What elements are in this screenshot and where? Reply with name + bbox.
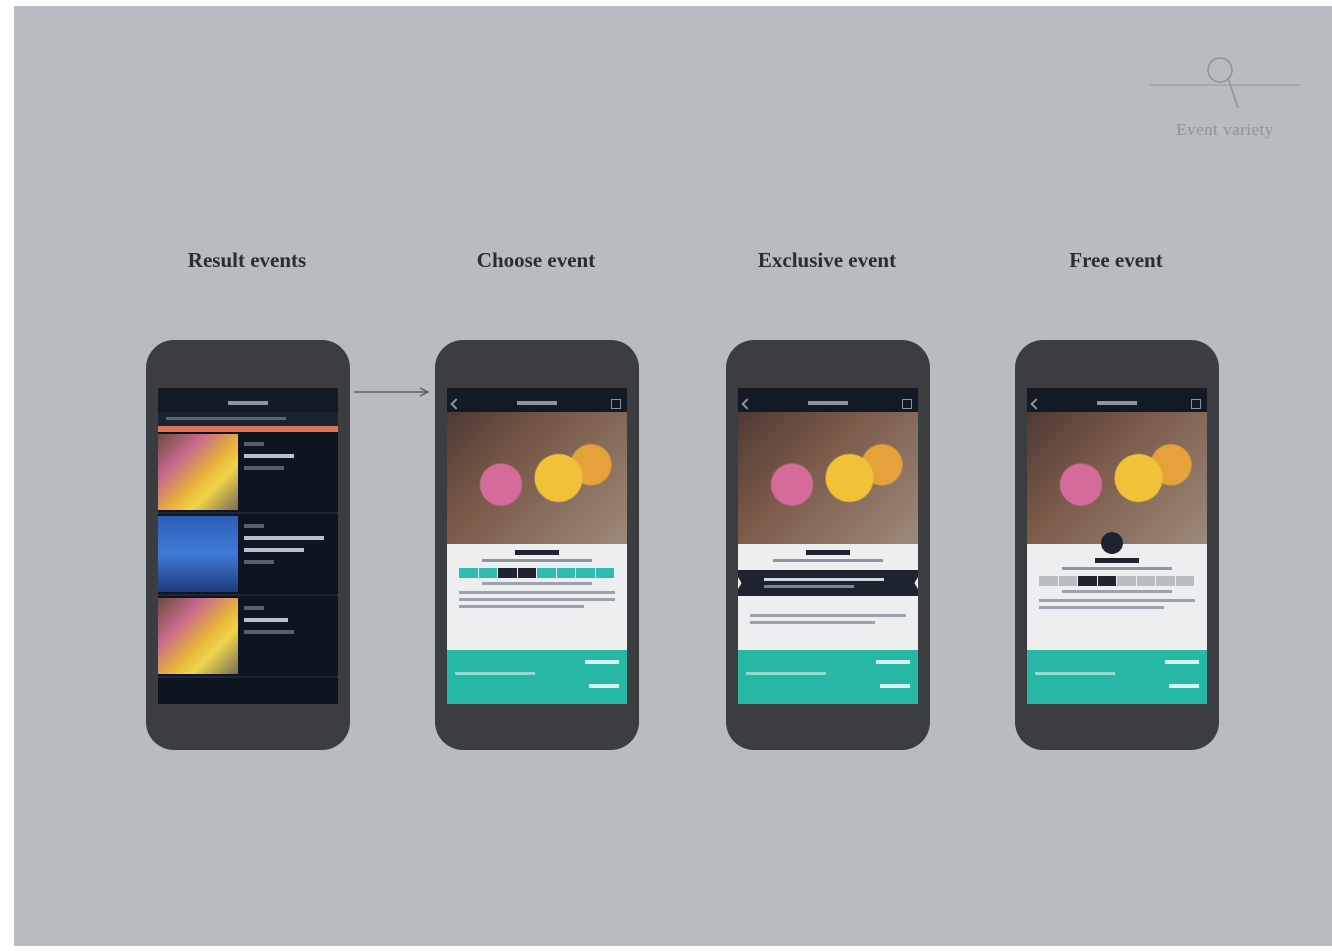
buy-ticket-panel[interactable]: [447, 650, 627, 704]
event-hero-image: [738, 412, 918, 544]
event-card: [738, 544, 918, 650]
event-meta-placeholder: [482, 559, 592, 562]
price-placeholder: [876, 660, 910, 664]
event-description: [1039, 590, 1195, 609]
buy-button[interactable]: [589, 684, 619, 688]
ticket-info-placeholder: [1035, 672, 1115, 675]
free-event-screen: [1027, 388, 1207, 704]
nav-title-placeholder: [808, 401, 848, 405]
nav-bar: [158, 394, 338, 412]
event-info: [244, 524, 332, 572]
buy-button[interactable]: [880, 684, 910, 688]
event-thumbnail: [158, 598, 238, 674]
back-icon[interactable]: [1030, 398, 1042, 410]
phone-free-event: [1015, 340, 1219, 750]
phone-choose-event: [435, 340, 639, 750]
phone-result-events: [146, 340, 350, 750]
back-icon[interactable]: [450, 398, 462, 410]
event-hero-image: [447, 412, 627, 544]
screen-title-result-events: Result events: [187, 248, 307, 272]
event-hero-image: [1027, 412, 1207, 544]
list-item[interactable]: [158, 514, 338, 596]
event-thumbnail: [158, 516, 238, 592]
exclusive-ribbon: [738, 570, 918, 596]
event-thumbnail: [158, 434, 238, 510]
nav-title-placeholder: [517, 401, 557, 405]
search-placeholder-line: [166, 417, 286, 420]
nav-bar: [738, 394, 918, 412]
screen-title-choose-event: Choose event: [476, 248, 596, 272]
share-icon[interactable]: [902, 399, 912, 409]
nav-bar: [1027, 394, 1207, 412]
list-item[interactable]: [158, 596, 338, 678]
nav-title-placeholder: [228, 401, 268, 405]
event-info: [244, 442, 332, 478]
register-button[interactable]: [1169, 684, 1199, 688]
event-name-placeholder: [806, 550, 850, 555]
back-icon[interactable]: [741, 398, 753, 410]
share-icon[interactable]: [1191, 399, 1201, 409]
flow-arrow-icon: [354, 387, 430, 397]
nav-title-placeholder: [1097, 401, 1137, 405]
screen-title-free-event: Free event: [1069, 248, 1163, 272]
event-info: [244, 606, 332, 642]
price-placeholder: [585, 660, 619, 664]
event-description: [750, 614, 906, 624]
search-bar[interactable]: [158, 412, 338, 426]
event-detail-screen: [447, 388, 627, 704]
phone-exclusive-event: [726, 340, 930, 750]
date-selector[interactable]: [459, 568, 615, 578]
register-panel[interactable]: [1027, 650, 1207, 704]
brand-logo-text: Event variety: [1176, 120, 1274, 139]
date-selector[interactable]: [1039, 576, 1195, 586]
event-meta-placeholder: [1062, 567, 1172, 570]
ticket-info-placeholder: [746, 672, 826, 675]
event-card: [447, 544, 627, 650]
event-description: [459, 582, 615, 608]
share-icon[interactable]: [611, 399, 621, 409]
event-name-placeholder: [1095, 558, 1139, 563]
ticket-info-placeholder: [455, 672, 535, 675]
buy-ticket-panel[interactable]: [738, 650, 918, 704]
event-name-placeholder: [515, 550, 559, 555]
results-screen: [158, 388, 338, 704]
nav-bar: [447, 394, 627, 412]
price-placeholder: [1165, 660, 1199, 664]
event-meta-placeholder: [773, 559, 883, 562]
exclusive-event-screen: [738, 388, 918, 704]
list-item[interactable]: [158, 432, 338, 514]
event-card: [1027, 532, 1207, 650]
screen-title-exclusive-event: Exclusive event: [757, 248, 897, 272]
free-badge-icon: [1101, 532, 1123, 554]
